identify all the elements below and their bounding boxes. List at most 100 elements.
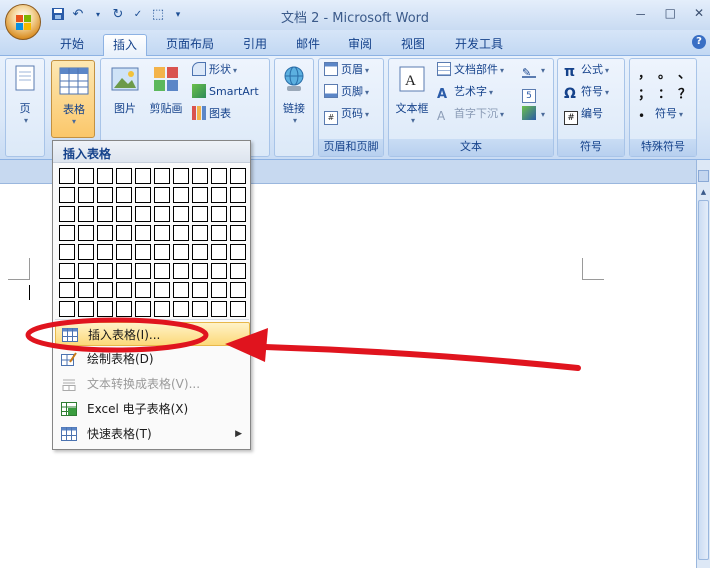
table-grid-cell[interactable] xyxy=(135,225,151,241)
link-button[interactable]: 链接 ▾ xyxy=(276,64,312,125)
chart-button[interactable]: 图表 xyxy=(192,105,231,123)
table-grid-cell[interactable] xyxy=(211,225,227,241)
table-grid-cell[interactable] xyxy=(135,263,151,279)
scroll-up-icon[interactable]: ▲ xyxy=(698,188,709,198)
table-grid-cell[interactable] xyxy=(116,206,132,222)
colon-button[interactable]: ： xyxy=(658,86,671,104)
table-grid-cell[interactable] xyxy=(78,301,94,317)
dropcap-button[interactable]: A 首字下沉 ▾ xyxy=(437,105,504,123)
table-grid-cell[interactable] xyxy=(78,244,94,260)
table-grid-cell[interactable] xyxy=(97,168,113,184)
comma-button[interactable]: ， xyxy=(638,66,651,84)
table-grid-cell[interactable] xyxy=(78,282,94,298)
table-grid-cell[interactable] xyxy=(116,244,132,260)
table-grid-cell[interactable] xyxy=(211,244,227,260)
table-grid-cell[interactable] xyxy=(135,301,151,317)
table-grid-cell[interactable] xyxy=(230,301,246,317)
period-button[interactable]: 。 xyxy=(658,66,671,84)
minimize-button[interactable]: － xyxy=(635,6,647,23)
ruler-toggle-icon[interactable] xyxy=(698,170,709,182)
table-grid-cell[interactable] xyxy=(211,206,227,222)
table-grid-cell[interactable] xyxy=(78,168,94,184)
textbox-button[interactable]: A 文本框 ▾ xyxy=(392,64,432,125)
special-symbol-button[interactable]: • 符号 ▾ xyxy=(638,105,683,123)
table-grid-cell[interactable] xyxy=(116,187,132,203)
table-grid-cell[interactable] xyxy=(173,168,189,184)
tab-view[interactable]: 视图 xyxy=(393,34,433,56)
table-grid-cell[interactable] xyxy=(59,168,75,184)
table-grid-cell[interactable] xyxy=(154,168,170,184)
table-grid-cell[interactable] xyxy=(116,225,132,241)
table-grid-cell[interactable] xyxy=(135,187,151,203)
smartart-button[interactable]: SmartArt xyxy=(192,83,259,101)
table-grid-cell[interactable] xyxy=(97,301,113,317)
question-mark-button[interactable]: ？ xyxy=(678,86,691,104)
table-grid-cell[interactable] xyxy=(230,206,246,222)
table-grid-cell[interactable] xyxy=(59,263,75,279)
table-grid-cell[interactable] xyxy=(154,301,170,317)
table-grid-cell[interactable] xyxy=(78,206,94,222)
tab-insert[interactable]: 插入 xyxy=(103,34,147,57)
table-grid-cell[interactable] xyxy=(211,263,227,279)
footer-button[interactable]: 页脚 ▾ xyxy=(324,83,369,101)
object-button[interactable]: ▾ xyxy=(522,105,545,123)
page-button[interactable]: 页 ▾ xyxy=(8,64,42,125)
table-grid-cell[interactable] xyxy=(154,187,170,203)
tab-home[interactable]: 开始 xyxy=(52,34,92,56)
table-grid-cell[interactable] xyxy=(135,244,151,260)
clipart-button[interactable]: 剪贴画 xyxy=(146,64,186,116)
draw-table-item[interactable]: 绘制表格(D) xyxy=(55,347,250,371)
table-grid-cell[interactable] xyxy=(192,206,208,222)
table-grid-cell[interactable] xyxy=(154,206,170,222)
table-grid-cell[interactable] xyxy=(230,187,246,203)
tab-mailings[interactable]: 邮件 xyxy=(288,34,328,56)
tab-page-layout[interactable]: 页面布局 xyxy=(158,34,222,56)
symbol-button[interactable]: Ω 符号 ▾ xyxy=(564,83,609,101)
table-grid-cell[interactable] xyxy=(78,225,94,241)
table-grid-cell[interactable] xyxy=(192,301,208,317)
table-grid-cell[interactable] xyxy=(59,206,75,222)
table-grid-cell[interactable] xyxy=(59,301,75,317)
table-grid-cell[interactable] xyxy=(154,263,170,279)
shapes-button[interactable]: 形状 ▾ xyxy=(192,61,237,79)
table-grid-cell[interactable] xyxy=(116,263,132,279)
table-grid-cell[interactable] xyxy=(97,225,113,241)
table-grid-cell[interactable] xyxy=(97,282,113,298)
table-button[interactable]: 表格 ▾ xyxy=(51,60,95,138)
quick-tables-item[interactable]: 快速表格(T) ▶ xyxy=(55,422,250,446)
table-grid-cell[interactable] xyxy=(192,263,208,279)
table-grid-cell[interactable] xyxy=(173,263,189,279)
numbering-button[interactable]: # 编号 xyxy=(564,105,603,125)
table-grid-cell[interactable] xyxy=(116,301,132,317)
wordart-button[interactable]: A 艺术字 ▾ xyxy=(437,83,493,102)
table-grid-cell[interactable] xyxy=(173,282,189,298)
table-grid-cell[interactable] xyxy=(211,187,227,203)
insert-table-item[interactable]: 插入表格(I)... xyxy=(55,322,250,346)
table-grid-cell[interactable] xyxy=(173,225,189,241)
table-grid-cell[interactable] xyxy=(192,187,208,203)
table-grid-cell[interactable] xyxy=(59,187,75,203)
table-grid-cell[interactable] xyxy=(97,187,113,203)
header-button[interactable]: 页眉 ▾ xyxy=(324,61,369,79)
table-grid-cell[interactable] xyxy=(116,168,132,184)
table-grid-cell[interactable] xyxy=(211,168,227,184)
table-grid-cell[interactable] xyxy=(211,301,227,317)
signature-line-button[interactable]: ✎ ▾ xyxy=(522,61,545,79)
table-grid-cell[interactable] xyxy=(154,225,170,241)
table-grid-cell[interactable] xyxy=(230,282,246,298)
table-grid-cell[interactable] xyxy=(230,168,246,184)
tab-review[interactable]: 审阅 xyxy=(340,34,380,56)
table-grid-cell[interactable] xyxy=(135,282,151,298)
table-grid-cell[interactable] xyxy=(230,225,246,241)
table-grid-cell[interactable] xyxy=(78,263,94,279)
table-grid-cell[interactable] xyxy=(192,225,208,241)
maximize-button[interactable]: □ xyxy=(665,6,676,23)
page-number-button[interactable]: # 页码 ▾ xyxy=(324,105,369,125)
equation-button[interactable]: π 公式 ▾ xyxy=(564,61,609,79)
table-grid-cell[interactable] xyxy=(59,225,75,241)
table-grid-cell[interactable] xyxy=(173,244,189,260)
tab-developer[interactable]: 开发工具 xyxy=(446,34,512,56)
close-button[interactable]: ✕ xyxy=(694,6,704,23)
table-grid-cell[interactable] xyxy=(97,263,113,279)
table-grid-cell[interactable] xyxy=(59,282,75,298)
